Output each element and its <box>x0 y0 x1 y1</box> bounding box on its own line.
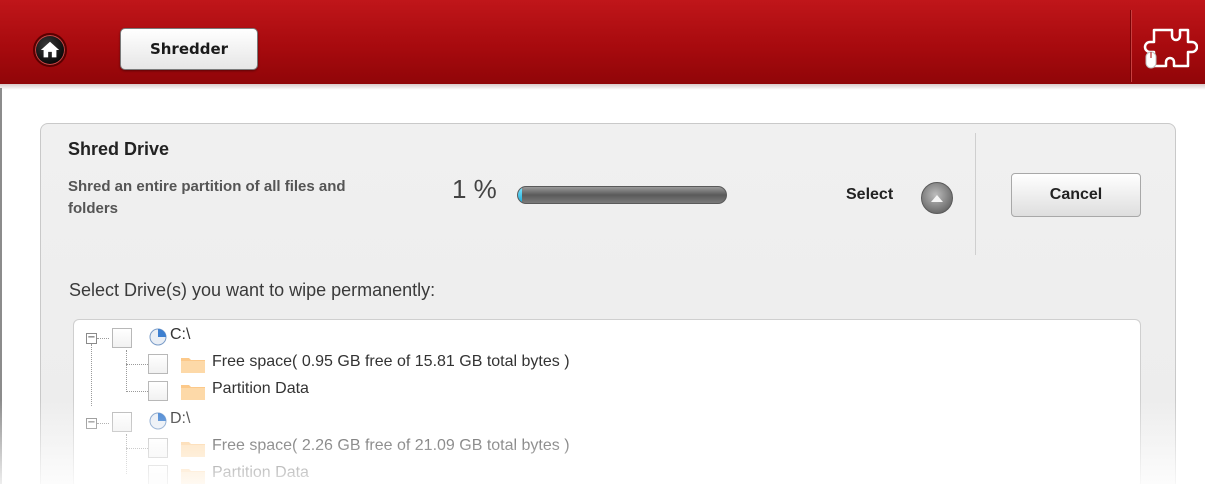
tree-line <box>126 391 148 392</box>
checkbox-drive-c[interactable] <box>112 328 132 348</box>
tree-item-label[interactable]: Free space( 2.26 GB free of 21.09 GB tot… <box>212 437 570 455</box>
folder-icon <box>181 358 205 373</box>
checkbox-d-free-space[interactable] <box>148 438 168 458</box>
shredder-tab[interactable]: Shredder <box>120 28 258 70</box>
checkbox-c-free-space[interactable] <box>148 354 168 374</box>
window-left-edge <box>0 88 2 484</box>
drive-label-d[interactable]: D:\ <box>170 410 190 428</box>
drive-pie-icon <box>149 328 167 346</box>
chevron-up-icon <box>931 195 943 202</box>
drive-select-prompt: Select Drive(s) you want to wipe permane… <box>69 280 436 300</box>
panel-description: Shred an entire partition of all files a… <box>68 178 346 217</box>
tree-item-label[interactable]: Partition Data <box>212 464 309 482</box>
puzzle-mouse-icon[interactable] <box>1140 24 1198 78</box>
tree-line <box>97 423 109 424</box>
drive-label-c[interactable]: C:\ <box>170 326 190 344</box>
home-button[interactable] <box>33 33 67 67</box>
tree-item-label[interactable]: Free space( 0.95 GB free of 15.81 GB tot… <box>212 353 570 371</box>
checkbox-c-partition-data[interactable] <box>148 381 168 401</box>
progress-fill <box>518 187 523 203</box>
progress-bar <box>517 186 727 204</box>
folder-icon <box>181 469 205 484</box>
cancel-button[interactable]: Cancel <box>1011 173 1141 217</box>
tree-line <box>126 350 127 392</box>
header-divider <box>1130 10 1131 82</box>
tree-line <box>126 434 127 474</box>
tree-line <box>126 364 148 365</box>
drive-tree[interactable]: − C:\ Free space( 0.95 GB free of 15.81 … <box>73 319 1141 484</box>
drive-pie-icon <box>149 412 167 430</box>
tree-item-label[interactable]: Partition Data <box>212 380 309 398</box>
app-header: Shredder <box>0 0 1205 90</box>
panel-divider <box>975 133 976 255</box>
expand-toggle-c[interactable]: − <box>86 333 97 344</box>
expand-toggle-d[interactable]: − <box>86 418 97 429</box>
checkbox-d-partition-data[interactable] <box>148 465 168 484</box>
select-toggle-button[interactable] <box>921 182 953 214</box>
tree-line <box>126 448 148 449</box>
panel-title: Shred Drive <box>68 139 170 159</box>
tree-line <box>91 344 92 406</box>
folder-icon <box>181 442 205 457</box>
home-icon <box>40 41 60 58</box>
checkbox-drive-d[interactable] <box>112 412 132 432</box>
folder-icon <box>181 385 205 400</box>
tree-line <box>97 338 109 339</box>
select-label: Select <box>846 186 894 203</box>
progress-percent: 1 % <box>452 174 497 204</box>
